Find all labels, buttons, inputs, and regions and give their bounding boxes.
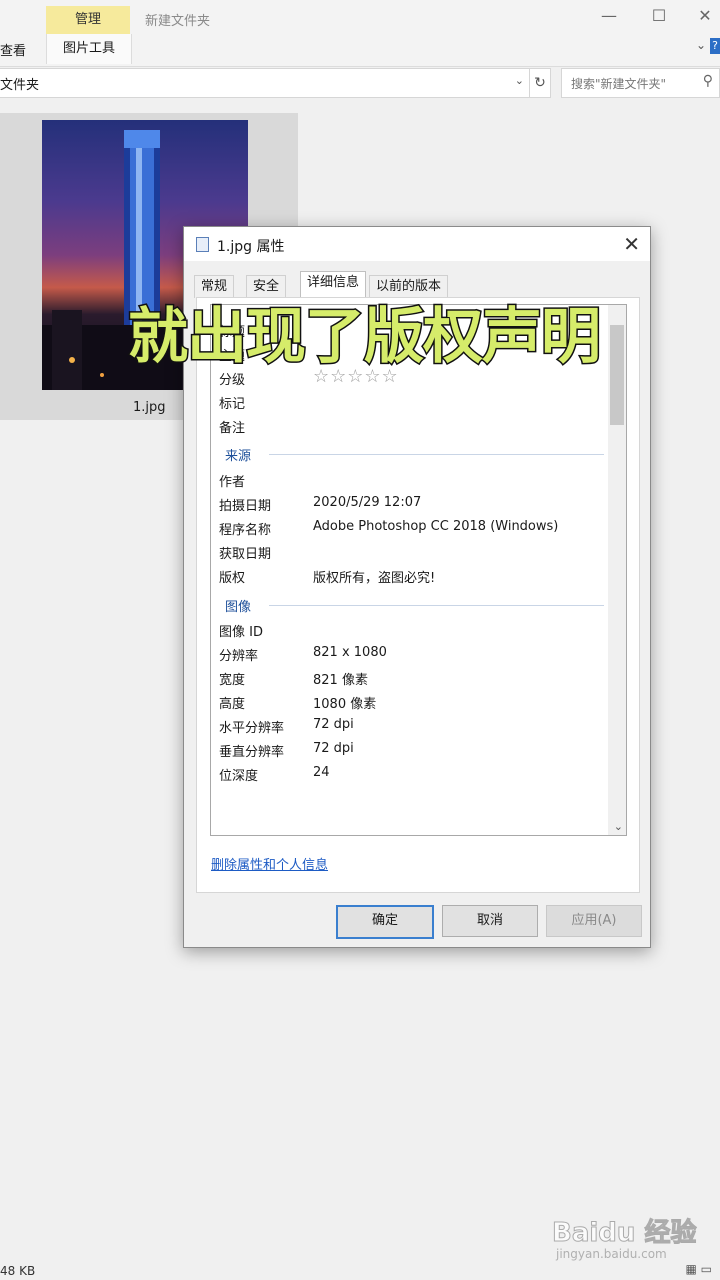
list-item[interactable]: 获取日期 xyxy=(219,541,609,563)
section-title: 来源 xyxy=(225,449,252,464)
file-name-label[interactable]: 1.jpg xyxy=(133,400,166,415)
baidu-watermark-logo: Baidu 经验 xyxy=(551,1218,697,1249)
property-name: 位深度 xyxy=(219,769,259,784)
property-value: 821 x 1080 xyxy=(313,645,387,660)
property-name: 备注 xyxy=(219,421,246,436)
cancel-button[interactable]: 取消 xyxy=(442,905,538,937)
ok-button[interactable]: 确定 xyxy=(336,905,434,939)
section-divider xyxy=(269,454,604,455)
property-name: 垂直分辨率 xyxy=(219,745,285,760)
list-item[interactable]: 备注 xyxy=(219,415,609,437)
address-bar[interactable]: 文件夹 ⌄ xyxy=(0,68,531,98)
property-value: 72 dpi xyxy=(313,741,354,756)
status-size: 48 KB xyxy=(0,1264,36,1278)
list-item[interactable]: 位深度 24 xyxy=(219,763,609,785)
list-item[interactable]: 版权 版权所有，盗图必究! xyxy=(219,565,609,587)
property-value: 1080 像素 xyxy=(313,697,377,712)
explorer-ribbon: 管理 查看 图片工具 新建文件夹 — ☐ ✕ ⌄ ? xyxy=(0,0,720,67)
view-toggle-icon[interactable]: ▦ ▭ xyxy=(686,1262,713,1276)
details-panel: 标题 主题 分级 ☆☆☆☆☆ 标记 备注 来源 作者 拍摄日期 2020/5/2… xyxy=(196,297,640,893)
section-header-image: 图像 xyxy=(225,596,604,615)
search-placeholder: 搜索"新建文件夹" xyxy=(571,77,667,91)
list-item[interactable]: 程序名称 Adobe Photoshop CC 2018 (Windows) xyxy=(219,517,609,539)
list-item[interactable]: 宽度 821 像素 xyxy=(219,667,609,689)
chevron-down-icon[interactable]: ⌄ xyxy=(614,820,623,833)
window-title: 新建文件夹 xyxy=(145,14,211,29)
ribbon-context-tab-manage[interactable]: 管理 xyxy=(46,6,130,34)
property-name: 图像 ID xyxy=(219,625,263,640)
dialog-title: 1.jpg 属性 xyxy=(217,239,285,255)
property-value: 2020/5/29 12:07 xyxy=(313,495,422,510)
address-text: 文件夹 xyxy=(0,78,40,93)
property-list[interactable]: 标题 主题 分级 ☆☆☆☆☆ 标记 备注 来源 作者 拍摄日期 2020/5/2… xyxy=(210,304,627,836)
close-icon[interactable]: ✕ xyxy=(690,6,720,25)
chevron-down-icon[interactable]: ⌄ xyxy=(696,38,706,52)
property-name: 分辨率 xyxy=(219,649,259,664)
property-name: 高度 xyxy=(219,697,246,712)
search-input[interactable]: 搜索"新建文件夹" ⚲ xyxy=(561,68,720,98)
list-item[interactable]: 图像 ID xyxy=(219,619,609,641)
property-name: 宽度 xyxy=(219,673,246,688)
section-header-source: 来源 xyxy=(225,445,604,464)
property-name: 水平分辨率 xyxy=(219,721,285,736)
property-value: Adobe Photoshop CC 2018 (Windows) xyxy=(313,519,559,534)
help-icon[interactable]: ? xyxy=(710,38,720,54)
maximize-icon[interactable]: ☐ xyxy=(644,6,674,25)
search-icon: ⚲ xyxy=(702,73,713,89)
overlay-caption: 就出现了版权声明 xyxy=(127,301,603,374)
ribbon-tab-view[interactable]: 查看 xyxy=(0,40,26,59)
chevron-down-icon[interactable]: ⌄ xyxy=(515,74,524,87)
minimize-icon[interactable]: — xyxy=(594,6,624,25)
property-name: 版权 xyxy=(219,571,246,586)
property-name: 程序名称 xyxy=(219,523,272,538)
property-value: 821 像素 xyxy=(313,673,368,688)
section-title: 图像 xyxy=(225,600,252,615)
list-item[interactable]: 水平分辨率 72 dpi xyxy=(219,715,609,737)
list-item[interactable]: 分辨率 821 x 1080 xyxy=(219,643,609,665)
dialog-titlebar[interactable]: 1.jpg 属性 ✕ xyxy=(184,227,650,261)
baidu-watermark-url: jingyan.baidu.com xyxy=(556,1247,667,1261)
scrollbar-thumb[interactable] xyxy=(610,325,624,425)
image-file-icon xyxy=(196,237,209,252)
property-name: 标记 xyxy=(219,397,246,412)
property-value: 72 dpi xyxy=(313,717,354,732)
list-item[interactable]: 垂直分辨率 72 dpi xyxy=(219,739,609,761)
section-divider xyxy=(269,605,604,606)
list-item[interactable]: 拍摄日期 2020/5/29 12:07 xyxy=(219,493,609,515)
apply-button[interactable]: 应用(A) xyxy=(546,905,642,937)
property-name: 作者 xyxy=(219,475,246,490)
list-item[interactable]: 高度 1080 像素 xyxy=(219,691,609,713)
scrollbar[interactable]: ⌄ xyxy=(608,305,626,835)
refresh-icon[interactable]: ↻ xyxy=(529,68,551,98)
ribbon-tab-picture-tools[interactable]: 图片工具 xyxy=(46,34,132,64)
list-item[interactable]: 标记 xyxy=(219,391,609,413)
close-icon[interactable]: ✕ xyxy=(623,232,640,256)
property-name: 获取日期 xyxy=(219,547,272,562)
property-value: 24 xyxy=(313,765,330,780)
list-item[interactable]: 作者 xyxy=(219,469,609,491)
property-value-copyright: 版权所有，盗图必究! xyxy=(313,571,436,586)
property-name: 拍摄日期 xyxy=(219,499,272,514)
remove-properties-link[interactable]: 删除属性和个人信息 xyxy=(211,854,328,873)
